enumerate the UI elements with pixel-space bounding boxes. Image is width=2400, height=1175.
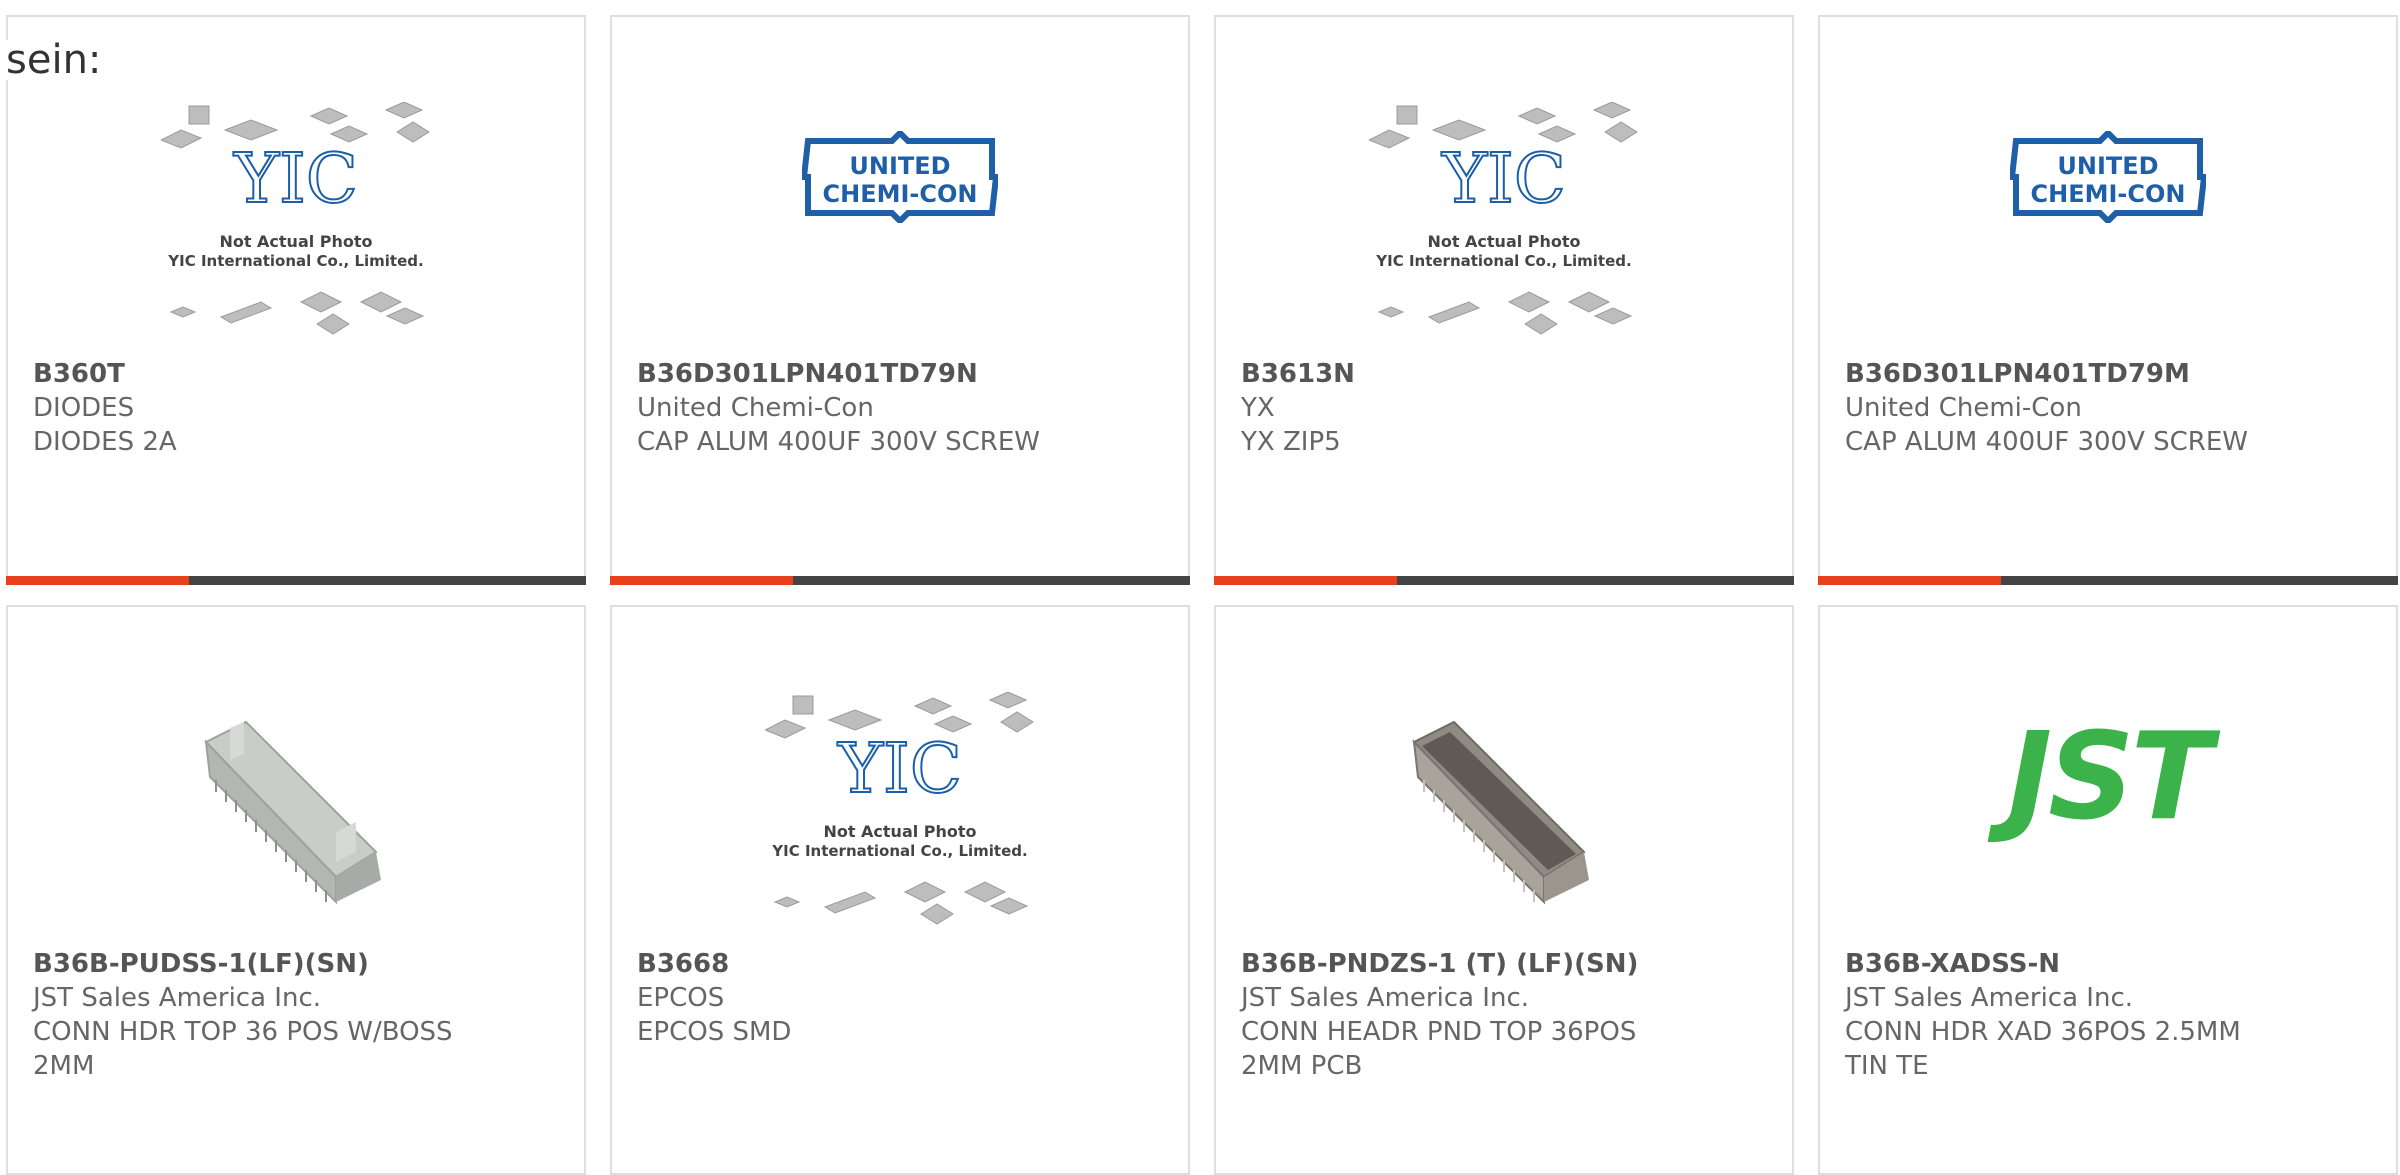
manufacturer: EPCOS bbox=[637, 983, 725, 1013]
description: YX ZIP5 bbox=[1241, 427, 1341, 457]
part-number[interactable]: B3613N bbox=[1241, 357, 1772, 391]
part-number[interactable]: B3668 bbox=[637, 947, 1168, 981]
svg-text:UNITED: UNITED bbox=[849, 152, 950, 180]
manufacturer: DIODES bbox=[33, 393, 135, 423]
connector-photo bbox=[8, 687, 584, 937]
part-number[interactable]: B36B-PNDZS-1 (T) (LF)(SN) bbox=[1241, 947, 1772, 981]
product-card[interactable]: YIC Not Actual Photo YIC International C… bbox=[1214, 15, 1794, 585]
product-card[interactable]: UNITED CHEMI-CON B36D301LPN401TD79N Unit… bbox=[610, 15, 1190, 585]
svg-text:CHEMI-CON: CHEMI-CON bbox=[2031, 180, 2186, 208]
product-card[interactable]: YIC Not Actual Photo YIC International C… bbox=[610, 605, 1190, 1175]
card-accent-bar bbox=[1214, 576, 1794, 585]
product-grid: YIC Not Actual Photo YIC International C… bbox=[6, 15, 2398, 1175]
intro-text: sein: bbox=[6, 37, 102, 83]
product-card[interactable]: UNITED CHEMI-CON B36D301LPN401TD79M Unit… bbox=[1818, 15, 2398, 585]
svg-text:YIC International Co., Limited: YIC International Co., Limited. bbox=[167, 252, 423, 270]
part-number[interactable]: B36D301LPN401TD79M bbox=[1845, 357, 2376, 391]
connector-photo-dark bbox=[1216, 687, 1792, 937]
yic-placeholder-image: YIC Not Actual Photo YIC International C… bbox=[1216, 97, 1792, 347]
manufacturer: JST Sales America Inc. bbox=[33, 983, 322, 1013]
product-card[interactable]: JST B36B-XADSS-N JST Sales America Inc. … bbox=[1818, 605, 2398, 1175]
description: CONN HDR TOP 36 POS W/BOSS 2MM bbox=[33, 1017, 453, 1081]
svg-text:UNITED: UNITED bbox=[2057, 152, 2158, 180]
united-chemi-con-logo: UNITED CHEMI-CON bbox=[1820, 97, 2396, 257]
product-card[interactable]: B36B-PNDZS-1 (T) (LF)(SN) JST Sales Amer… bbox=[1214, 605, 1794, 1175]
yic-mark: YIC bbox=[233, 140, 358, 219]
card-accent-bar bbox=[1818, 576, 2398, 585]
svg-text:YIC: YIC bbox=[1441, 140, 1566, 219]
svg-text:Not Actual Photo: Not Actual Photo bbox=[823, 822, 976, 841]
svg-text:Not Actual Photo: Not Actual Photo bbox=[219, 232, 372, 251]
jst-logo: JST bbox=[2007, 707, 2213, 847]
manufacturer: JST Sales America Inc. bbox=[1241, 983, 1530, 1013]
united-chemi-con-logo: UNITED CHEMI-CON bbox=[612, 97, 1188, 257]
product-card[interactable]: YIC Not Actual Photo YIC International C… bbox=[6, 15, 586, 585]
svg-text:YIC: YIC bbox=[837, 730, 962, 809]
description: EPCOS SMD bbox=[637, 1017, 792, 1047]
manufacturer: United Chemi-Con bbox=[1845, 393, 2082, 423]
card-accent-bar bbox=[610, 576, 1190, 585]
description: CAP ALUM 400UF 300V SCREW bbox=[637, 427, 1040, 457]
part-number[interactable]: B360T bbox=[33, 357, 564, 391]
manufacturer: JST Sales America Inc. bbox=[1845, 983, 2134, 1013]
svg-text:Not Actual Photo: Not Actual Photo bbox=[1427, 232, 1580, 251]
part-number[interactable]: B36B-PUDSS-1(LF)(SN) bbox=[33, 947, 564, 981]
yic-placeholder-image: YIC Not Actual Photo YIC International C… bbox=[612, 687, 1188, 937]
part-number[interactable]: B36D301LPN401TD79N bbox=[637, 357, 1168, 391]
description: CONN HDR XAD 36POS 2.5MM TIN TE bbox=[1845, 1017, 2241, 1081]
description: CAP ALUM 400UF 300V SCREW bbox=[1845, 427, 2248, 457]
svg-text:YIC International Co., Limited: YIC International Co., Limited. bbox=[771, 842, 1027, 860]
yic-placeholder-image: YIC Not Actual Photo YIC International C… bbox=[8, 97, 584, 347]
description: CONN HEADR PND TOP 36POS 2MM PCB bbox=[1241, 1017, 1637, 1081]
part-number[interactable]: B36B-XADSS-N bbox=[1845, 947, 2376, 981]
manufacturer: United Chemi-Con bbox=[637, 393, 874, 423]
svg-text:CHEMI-CON: CHEMI-CON bbox=[823, 180, 978, 208]
svg-text:YIC International Co., Limited: YIC International Co., Limited. bbox=[1375, 252, 1631, 270]
product-card[interactable]: B36B-PUDSS-1(LF)(SN) JST Sales America I… bbox=[6, 605, 586, 1175]
card-accent-bar bbox=[6, 576, 586, 585]
description: DIODES 2A bbox=[33, 427, 177, 457]
manufacturer: YX bbox=[1241, 393, 1275, 423]
